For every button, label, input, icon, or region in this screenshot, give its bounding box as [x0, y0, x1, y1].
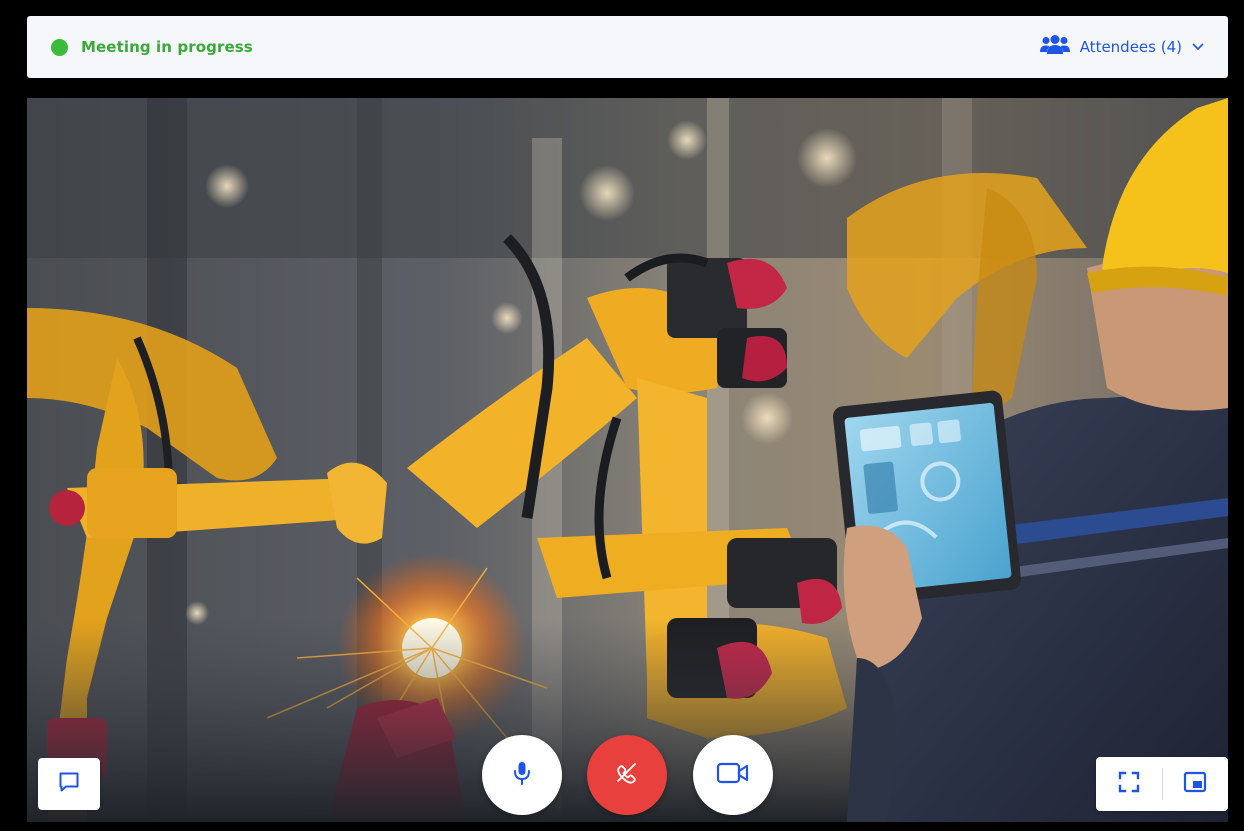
attendees-dropdown[interactable]: Attendees (4) — [1039, 34, 1204, 61]
microphone-icon — [511, 760, 533, 791]
picture-in-picture-icon — [1183, 771, 1207, 798]
microphone-button[interactable] — [482, 735, 562, 815]
attendees-label: Attendees (4) — [1079, 38, 1182, 56]
video-feed — [27, 98, 1228, 822]
hang-up-button[interactable] — [587, 735, 667, 815]
fullscreen-icon — [1117, 770, 1141, 799]
meeting-window: Meeting in progress Attendees (4) — [0, 0, 1244, 831]
meeting-status-bar: Meeting in progress Attendees (4) — [27, 16, 1228, 78]
video-camera-icon — [716, 761, 750, 790]
users-icon — [1039, 34, 1070, 61]
chat-button[interactable] — [38, 758, 100, 810]
phone-hangup-icon — [613, 759, 641, 792]
meeting-status-label: Meeting in progress — [81, 38, 253, 56]
industrial-robot-video-feed — [27, 98, 1228, 822]
picture-in-picture-button[interactable] — [1163, 757, 1229, 811]
camera-button[interactable] — [693, 735, 773, 815]
chevron-down-icon — [1192, 43, 1204, 51]
meeting-status: Meeting in progress — [51, 38, 253, 56]
chat-bubble-icon — [57, 770, 81, 799]
status-indicator-dot — [51, 38, 68, 56]
view-controls — [1096, 757, 1228, 811]
fullscreen-button[interactable] — [1096, 757, 1162, 811]
